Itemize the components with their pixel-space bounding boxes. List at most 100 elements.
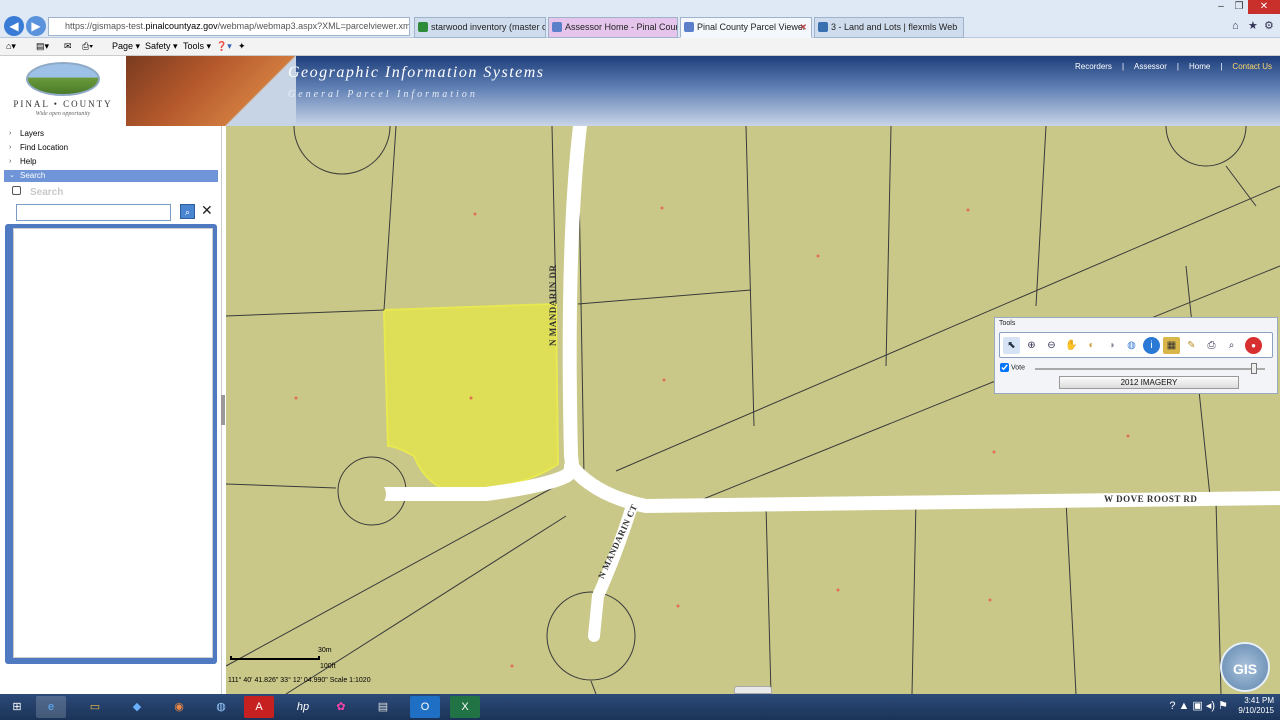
- back-button[interactable]: ◀: [4, 16, 24, 36]
- vote-checkbox[interactable]: [1000, 363, 1009, 372]
- tab-flexmls[interactable]: 3 - Land and Lots | flexmls Web: [814, 17, 964, 38]
- clock[interactable]: 3:41 PM 9/10/2015: [1238, 696, 1274, 716]
- start-windows-icon[interactable]: ⊞: [2, 696, 32, 718]
- scale-label-metric: 30m: [318, 647, 332, 654]
- mail-icon[interactable]: ✉: [64, 41, 72, 52]
- restore-icon[interactable]: ❐: [1230, 0, 1248, 14]
- scale-bar: [230, 656, 320, 660]
- browser-chrome: ◀ ▶ https://gismaps-test.pinalcountyaz.g…: [0, 0, 1280, 38]
- favorites-star-icon[interactable]: ★: [1248, 19, 1258, 32]
- globe-app-icon[interactable]: ◍: [206, 696, 236, 718]
- zoom-prev-icon[interactable]: ◐: [1083, 337, 1100, 354]
- minimize-icon[interactable]: –: [1212, 0, 1230, 14]
- accordion-label: Layers: [20, 129, 45, 138]
- accordion-find-location[interactable]: › Find Location: [4, 142, 218, 154]
- header-links: Recorders | Assessor | Home | Contact Us: [1075, 62, 1272, 71]
- assessor-link[interactable]: Assessor: [1134, 62, 1167, 71]
- tab-assessor[interactable]: Assessor Home - Pinal County: [548, 17, 678, 38]
- zoom-out-icon[interactable]: ⊖: [1043, 337, 1060, 354]
- clock-time: 3:41 PM: [1244, 696, 1274, 705]
- address-bar[interactable]: https://gismaps-test.pinalcountyaz.gov/w…: [48, 17, 410, 36]
- tab-starwood[interactable]: starwood inventory (master co...: [414, 17, 546, 38]
- zoom-in-icon[interactable]: ⊕: [1023, 337, 1040, 354]
- tools-title: Tools: [999, 320, 1016, 327]
- contact-us-link[interactable]: Contact Us: [1232, 62, 1272, 71]
- research-icon[interactable]: ✦: [238, 41, 246, 52]
- search-input[interactable]: [16, 204, 171, 221]
- county-logo[interactable]: PINAL • COUNTY Wide open opportunity: [0, 56, 126, 126]
- outlook-icon[interactable]: O: [410, 696, 440, 718]
- tools-menu[interactable]: Tools ▾: [183, 41, 211, 52]
- scale-label-imperial: 100ft: [320, 663, 336, 670]
- zoom-next-icon[interactable]: ◑: [1103, 337, 1120, 354]
- tab-label: Assessor Home - Pinal County: [565, 22, 678, 32]
- accordion-search[interactable]: ⌄ Search: [4, 170, 218, 182]
- scanner-icon[interactable]: ▤: [368, 696, 398, 718]
- road-label-dove-roost: W DOVE ROOST RD: [1104, 494, 1198, 504]
- print-icon[interactable]: ⎙: [1203, 337, 1220, 354]
- clock-date: 9/10/2015: [1238, 706, 1274, 715]
- home-link[interactable]: Home: [1189, 62, 1210, 71]
- close-window-icon[interactable]: ✕: [1248, 0, 1280, 14]
- search-go-icon[interactable]: ⌕: [180, 204, 195, 219]
- ie-page-icon: [552, 22, 562, 32]
- map-canvas[interactable]: [226, 126, 1280, 694]
- stop-icon[interactable]: ●: [1245, 337, 1262, 354]
- chrome-icon[interactable]: ◉: [164, 696, 194, 718]
- tab-label: starwood inventory (master co...: [431, 22, 545, 32]
- opacity-slider-track[interactable]: [1035, 368, 1265, 370]
- url-domain: pinalcountyaz.gov: [145, 21, 218, 31]
- taskbar: ⊞ e ▭ ◆ ◉ ◍ A hp ✿ ▤ O X ? ▲ ▣ ◂) ⚑ 3:41…: [0, 694, 1280, 720]
- clear-search-icon[interactable]: ✕: [201, 202, 213, 218]
- dropbox-icon[interactable]: ◆: [122, 696, 152, 718]
- parcel-lines: [226, 126, 1280, 694]
- spreadsheet-icon: [418, 22, 428, 32]
- map-icon[interactable]: ▦: [1163, 337, 1180, 354]
- search-results-frame: [5, 224, 217, 664]
- help-tray-icon[interactable]: ?: [1169, 700, 1175, 712]
- home-page-icon[interactable]: ⌂▾: [6, 41, 16, 52]
- help-menu-icon[interactable]: ❓▾: [216, 41, 232, 52]
- pan-icon[interactable]: ✋: [1063, 337, 1080, 354]
- vote-toggle[interactable]: Vote: [1000, 363, 1025, 372]
- ie-taskbar-icon[interactable]: e: [36, 696, 66, 718]
- print-menu-icon[interactable]: ⎙▾: [82, 41, 93, 52]
- pinal-gis-logo[interactable]: GIS: [1220, 642, 1270, 692]
- accordion-label: Find Location: [20, 143, 69, 152]
- flexmls-icon: [818, 22, 828, 32]
- chevron-right-icon: ›: [9, 130, 12, 137]
- map-view[interactable]: N MANDARIN DR N MANDARIN CT W DOVE ROOST…: [226, 126, 1280, 694]
- accordion-layers[interactable]: › Layers: [4, 128, 218, 140]
- page-menu[interactable]: Page ▾: [112, 41, 140, 52]
- imagery-button[interactable]: 2012 IMAGERY: [1059, 376, 1239, 389]
- left-panel: › Layers › Find Location › Help ⌄ Search Sea…: [0, 126, 222, 694]
- select-icon[interactable]: ⬉: [1003, 337, 1020, 354]
- acrobat-icon[interactable]: A: [244, 696, 274, 718]
- recorders-link[interactable]: Recorders: [1075, 62, 1112, 71]
- home-icon[interactable]: ⌂: [1232, 20, 1239, 32]
- map-bottom-handle[interactable]: [734, 686, 772, 694]
- hp-icon[interactable]: hp: [288, 696, 318, 718]
- forward-button[interactable]: ▶: [26, 16, 46, 36]
- close-tab-icon[interactable]: ✕: [799, 18, 807, 37]
- page-subtitle: General Parcel Information: [288, 89, 478, 100]
- search-results-list[interactable]: [13, 228, 213, 658]
- vote-label: Vote: [1011, 364, 1026, 372]
- accordion-help[interactable]: › Help: [4, 156, 218, 168]
- search-zoom-icon[interactable]: ⌕: [1223, 337, 1240, 354]
- opacity-slider-thumb[interactable]: [1251, 363, 1257, 374]
- settings-gear-icon[interactable]: ⚙: [1264, 19, 1274, 32]
- paint-icon[interactable]: ✿: [326, 696, 356, 718]
- ie-page-icon: [684, 22, 694, 32]
- tab-parcel-viewer[interactable]: Pinal County Parcel Viewer ✕: [680, 17, 812, 38]
- safety-menu[interactable]: Safety ▾: [145, 41, 178, 52]
- info-icon[interactable]: i: [1143, 337, 1160, 354]
- measure-icon[interactable]: ✎: [1183, 337, 1200, 354]
- panel-splitter[interactable]: [221, 395, 225, 425]
- system-tray: ? ▲ ▣ ◂) ⚑: [1169, 700, 1228, 712]
- globe-icon[interactable]: ◍: [1123, 337, 1140, 354]
- chevron-right-icon: ›: [9, 144, 12, 151]
- excel-icon[interactable]: X: [450, 696, 480, 718]
- feeds-icon[interactable]: ▤▾: [36, 41, 49, 52]
- file-explorer-icon[interactable]: ▭: [80, 696, 110, 718]
